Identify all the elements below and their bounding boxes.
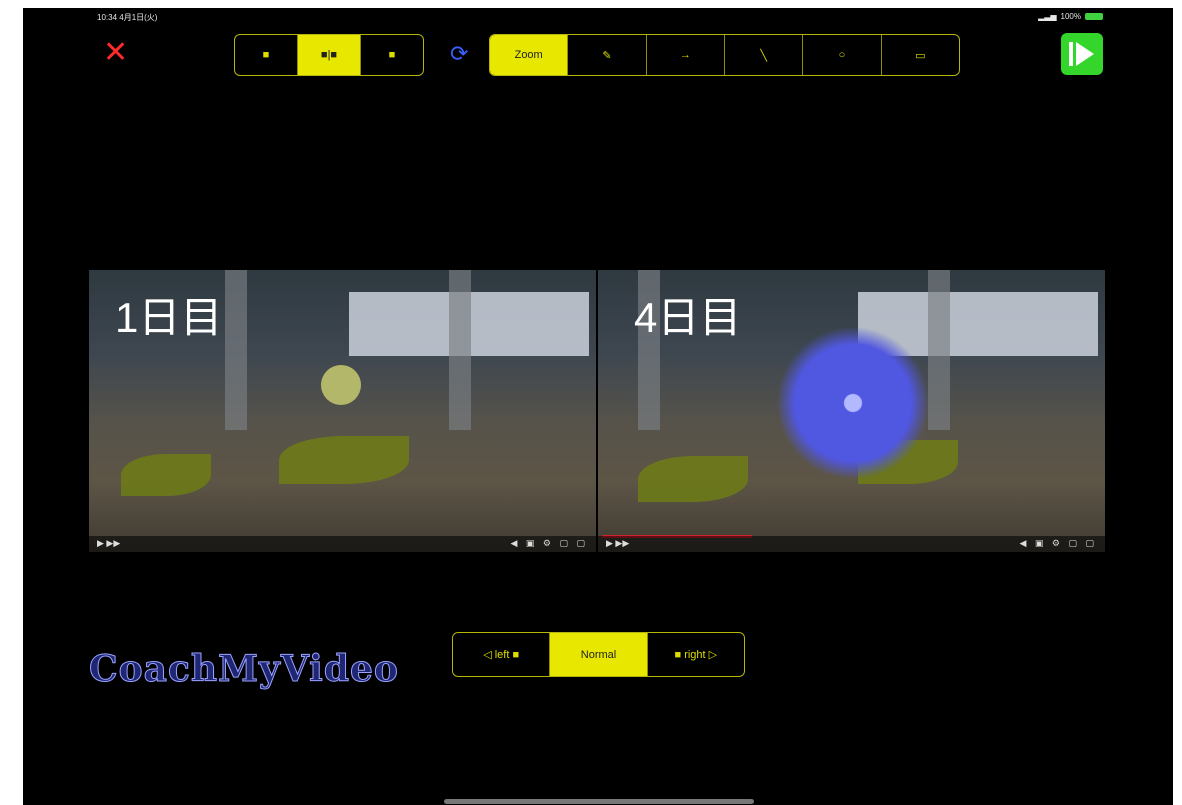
video-right-leaf [638, 456, 748, 502]
refresh-icon[interactable]: ⟳ [450, 43, 468, 65]
video-left-leaf [121, 454, 211, 496]
tool-zoom[interactable]: Zoom [490, 35, 569, 75]
home-indicator[interactable] [444, 799, 754, 804]
sync-segment: ◁ left ■ Normal ■ right ▷ [452, 632, 745, 677]
circle-icon: ○ [838, 49, 846, 61]
video-left-bud [321, 365, 361, 405]
pencil-icon: ✎ [602, 49, 612, 62]
sync-normal-label: Normal [580, 648, 617, 661]
status-time: 10:34 4月1日(火) [97, 13, 158, 22]
video-compare-area: 1日目 ▶ ▶▶ ◀ ▣ ⚙ ▢ ▢ 4日目 ▶ ▶▶ ◀ ▣ ⚙ ▢ ▢ [89, 270, 1105, 552]
video-left-play-icon[interactable]: ▶ ▶▶ [97, 538, 120, 549]
battery-icon [1085, 13, 1103, 20]
sync-right-label: ■ right ▷ [674, 649, 718, 661]
sync-left-button[interactable]: ◁ left ■ [453, 633, 551, 676]
video-left-leaf [279, 436, 409, 484]
battery-text: 100% [1060, 12, 1081, 21]
close-icon[interactable]: ✕ [103, 38, 128, 68]
video-right-controls: ▶ ▶▶ ◀ ▣ ⚙ ▢ ▢ [598, 536, 1105, 552]
status-bar: 10:34 4月1日(火) ▂▃▅ 100% [97, 12, 1103, 24]
tools-segment: Zoom ✎ → ╲ ○ ▭ [489, 34, 960, 76]
sync-right-button[interactable]: ■ right ▷ [648, 633, 744, 676]
tool-rectangle[interactable]: ▭ [882, 35, 959, 75]
view-split-label: ■|■ [320, 49, 338, 61]
view-mode-segment: ■ ■|■ ■ [234, 34, 424, 76]
tool-pencil[interactable]: ✎ [568, 35, 647, 75]
play-icon [1069, 42, 1094, 66]
video-left[interactable]: 1日目 ▶ ▶▶ ◀ ▣ ⚙ ▢ ▢ [89, 270, 596, 552]
sync-left-label: ◁ left ■ [483, 649, 520, 661]
sync-normal-button[interactable]: Normal [550, 633, 648, 676]
status-right: ▂▃▅ 100% [1038, 12, 1103, 21]
video-left-control-icons[interactable]: ◀ ▣ ⚙ ▢ ▢ [510, 538, 588, 549]
video-right[interactable]: 4日目 ▶ ▶▶ ◀ ▣ ⚙ ▢ ▢ [598, 270, 1105, 552]
play-button[interactable] [1061, 33, 1103, 75]
app-logo: CoachMyVideo [89, 648, 399, 690]
tool-line[interactable]: ╲ [725, 35, 804, 75]
video-left-label: 1日目 [115, 294, 223, 341]
app-screen: 10:34 4月1日(火) ▂▃▅ 100% ✕ ■ ■|■ ■ ⟳ Zoom … [23, 8, 1173, 805]
tool-arrow[interactable]: → [647, 35, 725, 75]
tool-circle[interactable]: ○ [803, 35, 882, 75]
tool-zoom-label: Zoom [514, 49, 543, 61]
view-split-button[interactable]: ■|■ [298, 35, 361, 75]
video-left-controls: ▶ ▶▶ ◀ ▣ ⚙ ▢ ▢ [89, 536, 596, 552]
rectangle-icon: ▭ [915, 49, 926, 62]
video-right-label: 4日目 [634, 294, 742, 341]
signal-icon: ▂▃▅ [1038, 12, 1057, 21]
video-right-flower [778, 328, 928, 478]
video-right-pillar [928, 270, 950, 430]
view-left-label: ■ [262, 49, 270, 61]
view-right-label: ■ [388, 49, 396, 61]
video-right-control-icons[interactable]: ◀ ▣ ⚙ ▢ ▢ [1019, 538, 1097, 549]
video-right-play-icon[interactable]: ▶ ▶▶ [606, 538, 629, 549]
line-icon: ╲ [760, 49, 767, 62]
view-right-button[interactable]: ■ [361, 35, 423, 75]
video-left-pillar [225, 270, 247, 430]
video-left-pillar [449, 270, 471, 430]
view-left-button[interactable]: ■ [235, 35, 298, 75]
arrow-icon: → [679, 49, 691, 61]
